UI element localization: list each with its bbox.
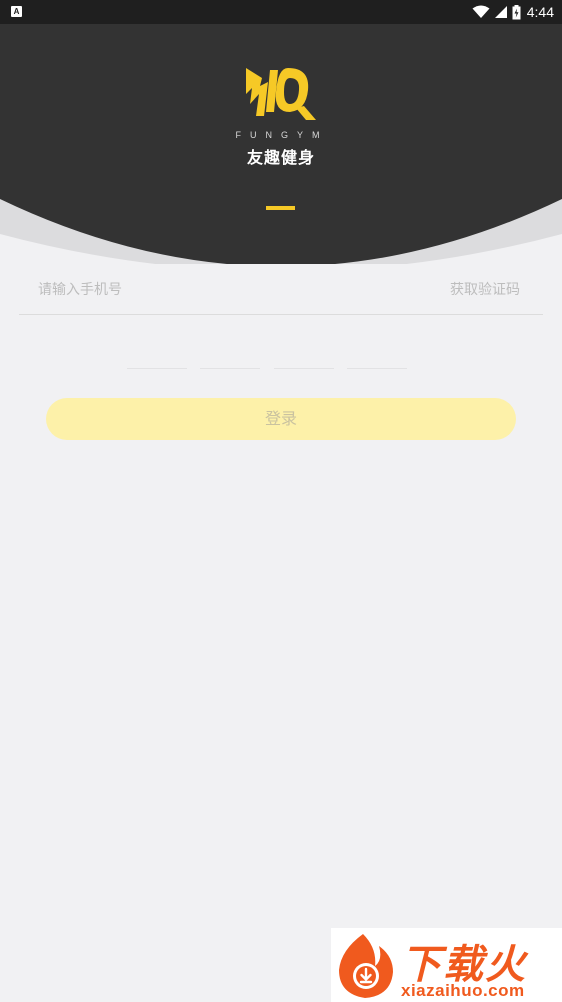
- code-box-2[interactable]: [200, 368, 260, 369]
- get-code-button[interactable]: 获取验证码: [450, 278, 520, 302]
- status-time: 4:44: [526, 4, 554, 20]
- code-box-1[interactable]: [127, 368, 187, 369]
- brand-name-cn: 友趣健身: [246, 148, 315, 167]
- battery-icon: [512, 4, 521, 19]
- status-bar: A 4:44: [0, 0, 562, 24]
- watermark: 下载火 xiazaihuo.com: [331, 928, 562, 1002]
- brand-name-en: FUNGYM: [235, 130, 329, 140]
- tab-indicator: [266, 206, 295, 210]
- code-box-4[interactable]: [347, 368, 407, 369]
- a-notification-icon: A: [11, 6, 22, 17]
- phone-row: 请输入手机号 获取验证码: [19, 268, 543, 315]
- fungym-logo: [246, 68, 316, 120]
- wifi-icon: [472, 5, 490, 18]
- xiazaihuo-flame-logo: [339, 934, 393, 998]
- code-box-3[interactable]: [274, 368, 334, 369]
- phone-input[interactable]: 请输入手机号: [38, 278, 338, 302]
- watermark-url: xiazaihuo.com: [401, 981, 525, 1000]
- login-button[interactable]: 登录: [46, 398, 516, 440]
- status-icons: 4:44: [472, 3, 554, 21]
- signal-icon: [494, 6, 507, 18]
